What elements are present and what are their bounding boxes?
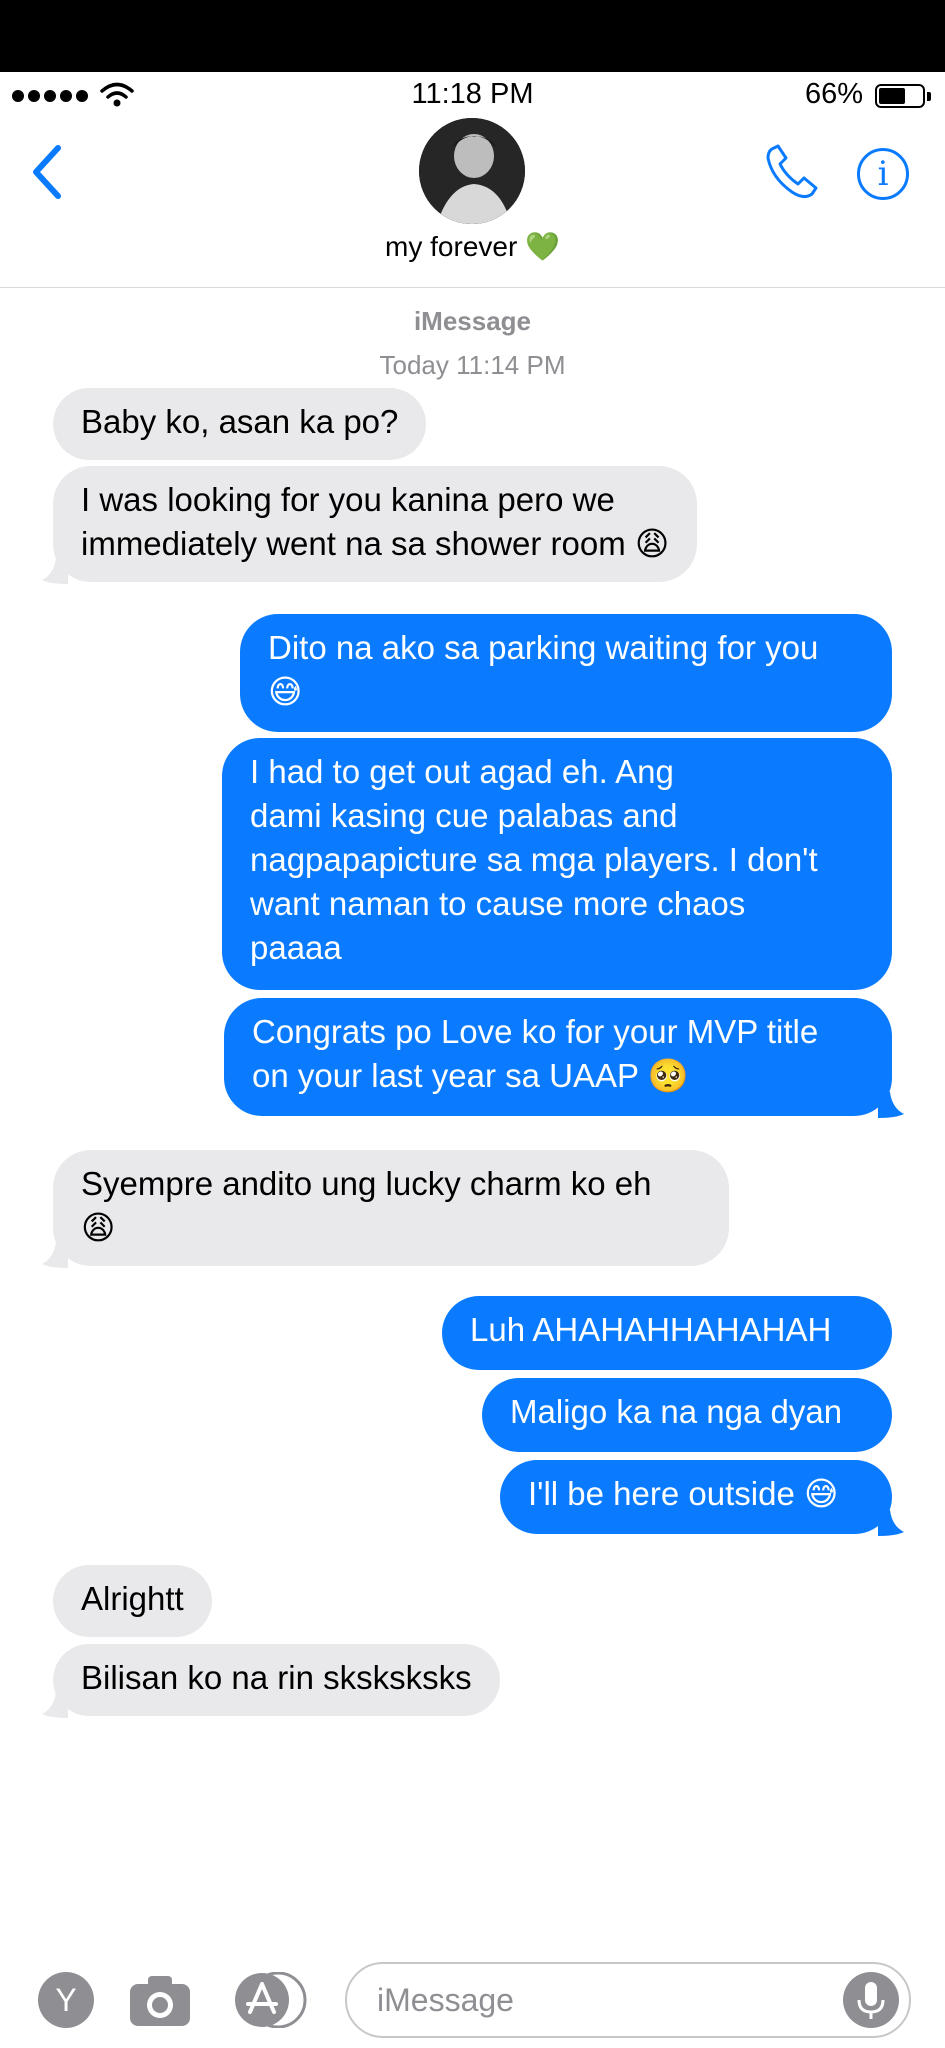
bubble-tail xyxy=(878,1510,904,1536)
info-icon[interactable]: i xyxy=(857,148,909,200)
outgoing-message[interactable]: Congrats po Love ko for your MVP title o… xyxy=(224,998,892,1116)
status-time: 11:18 PM xyxy=(411,78,534,110)
app-drawer-icon[interactable]: Y xyxy=(38,1972,94,2028)
phone-icon[interactable] xyxy=(762,142,822,202)
outgoing-message[interactable]: Luh AHAHAHHAHAHAH xyxy=(442,1296,892,1370)
back-chevron-icon[interactable] xyxy=(28,142,68,202)
message-composer: Y iMessage xyxy=(0,1950,945,2048)
battery-percent: 66% xyxy=(804,78,863,110)
bubble-tail xyxy=(42,1242,68,1268)
conversation-header: my forever 💚 i xyxy=(0,118,945,288)
contact-avatar[interactable] xyxy=(419,118,525,224)
incoming-message[interactable]: Syempre andito ung lucky charm ko eh 😩 xyxy=(53,1150,729,1266)
top-black-bar xyxy=(0,0,945,72)
bubble-tail xyxy=(42,558,68,584)
camera-icon[interactable] xyxy=(128,1972,192,2028)
incoming-message[interactable]: Alrightt xyxy=(53,1565,212,1637)
incoming-message[interactable]: I was looking for you kanina pero we imm… xyxy=(53,466,698,582)
battery-icon xyxy=(875,84,931,108)
contact-name[interactable]: my forever 💚 xyxy=(0,230,945,263)
status-bar: 11:18 PM 66% xyxy=(0,72,945,118)
message-input[interactable]: iMessage xyxy=(345,1962,911,2038)
bubble-tail xyxy=(878,1092,904,1118)
incoming-message[interactable]: Bilisan ko na rin sksksksks xyxy=(53,1644,500,1716)
outgoing-message[interactable]: Dito na ako sa parking waiting for you 😅 xyxy=(240,614,892,732)
app-store-icon[interactable] xyxy=(234,1972,308,2028)
outgoing-message[interactable]: Maligo ka na nga dyan xyxy=(482,1378,892,1452)
message-placeholder: iMessage xyxy=(377,1982,514,2018)
service-label: iMessage xyxy=(413,306,532,336)
outgoing-message[interactable]: I'll be here outside 😅 xyxy=(500,1460,892,1534)
incoming-message[interactable]: Baby ko, asan ka po? xyxy=(53,388,427,460)
bubble-tail xyxy=(42,1692,68,1718)
thread-timestamp: Today 11:14 PM xyxy=(379,350,566,380)
outgoing-message[interactable]: I had to get out agad eh. Ang dami kasin… xyxy=(222,738,892,990)
microphone-icon[interactable] xyxy=(843,1972,899,2028)
